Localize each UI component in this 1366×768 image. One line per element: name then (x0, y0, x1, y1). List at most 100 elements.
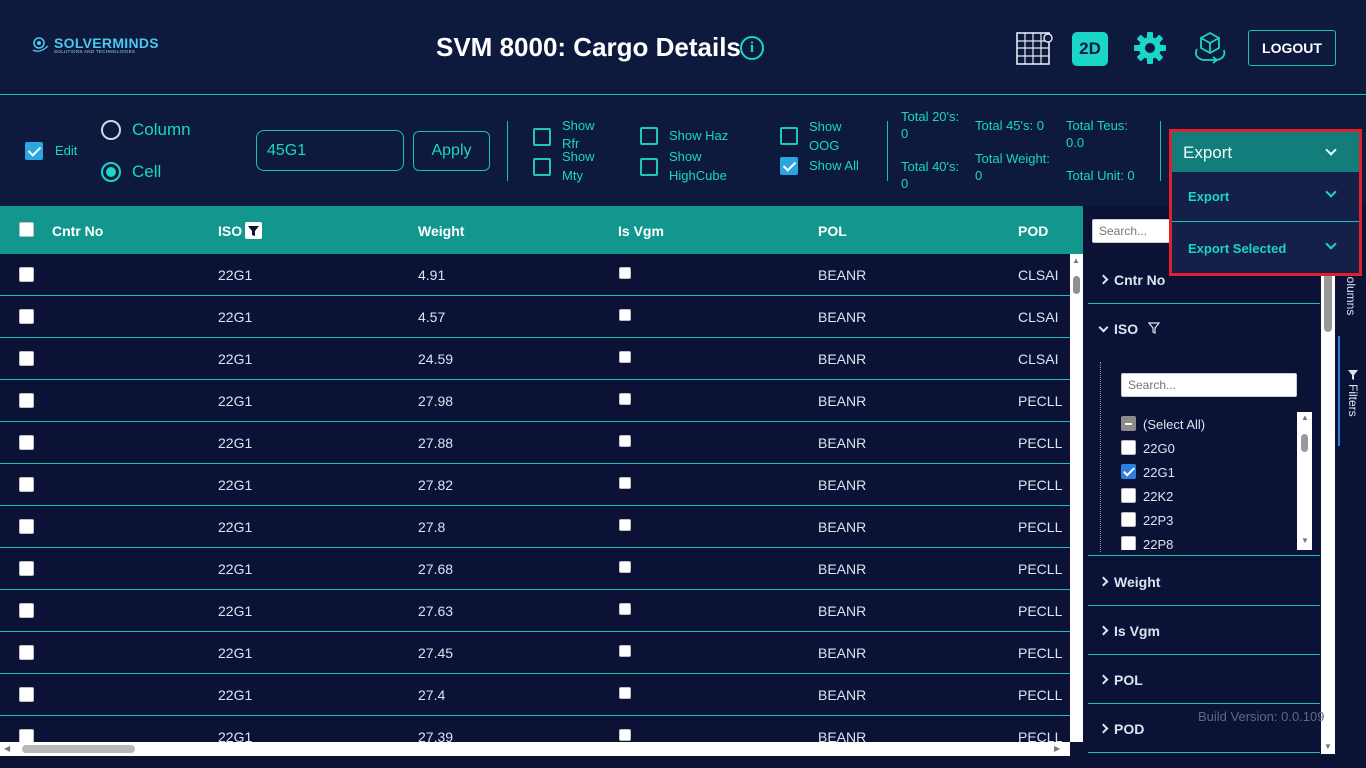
is-vgm-checkbox[interactable] (619, 435, 631, 447)
cell-weight[interactable]: 27.45 (418, 645, 453, 661)
cell-pol[interactable]: BEANR (818, 645, 866, 661)
iso-list-scrollbar[interactable]: ▲ ▼ (1297, 412, 1312, 550)
cell-weight[interactable]: 4.91 (418, 267, 445, 283)
is-vgm-checkbox[interactable] (619, 687, 631, 699)
filter-group-is-vgm[interactable]: Is Vgm (1088, 606, 1320, 655)
show-all-checkbox[interactable] (780, 157, 798, 175)
cell-iso[interactable]: 22G1 (218, 729, 252, 742)
scroll-thumb[interactable] (1073, 276, 1080, 294)
cell-pod[interactable]: PECLL (1018, 561, 1062, 577)
cell-weight[interactable]: 27.68 (418, 561, 453, 577)
cell-pol[interactable]: BEANR (818, 351, 866, 367)
filter-group-iso[interactable]: ISO (Select All) 22G0 22G1 22K2 22P3 22P8 ▲ ▼ (1088, 304, 1320, 556)
column-header-iso[interactable]: ISO (218, 223, 242, 239)
export-selected-option[interactable]: Export Selected (1172, 224, 1359, 274)
cell-pod[interactable]: CLSAI (1018, 267, 1058, 283)
iso-filter-checkbox[interactable] (1121, 440, 1136, 455)
show-haz-checkbox[interactable] (640, 127, 658, 145)
table-row[interactable]: 22G1 27.4 BEANR PECLL (0, 674, 1070, 716)
iso-value-input[interactable] (256, 130, 404, 171)
table-row[interactable]: 22G1 27.8 BEANR PECLL (0, 506, 1070, 548)
filter-icon[interactable] (245, 222, 262, 239)
scroll-down-arrow-icon[interactable]: ▼ (1301, 536, 1309, 545)
cell-pol[interactable]: BEANR (818, 603, 866, 619)
is-vgm-checkbox[interactable] (619, 393, 631, 405)
tab-filters[interactable]: Filters (1338, 336, 1366, 446)
row-select-checkbox[interactable] (19, 477, 34, 492)
cell-pol[interactable]: BEANR (818, 267, 866, 283)
is-vgm-checkbox[interactable] (619, 267, 631, 279)
column-header-is-vgm[interactable]: Is Vgm (618, 223, 664, 239)
cell-weight[interactable]: 27.8 (418, 519, 445, 535)
cell-iso[interactable]: 22G1 (218, 351, 252, 367)
edit-checkbox[interactable] (25, 142, 43, 160)
is-vgm-checkbox[interactable] (619, 519, 631, 531)
cell-weight[interactable]: 27.39 (418, 729, 453, 742)
is-vgm-checkbox[interactable] (619, 603, 631, 615)
cell-pol[interactable]: BEANR (818, 687, 866, 703)
row-select-checkbox[interactable] (19, 309, 34, 324)
cell-pod[interactable]: PECLL (1018, 645, 1062, 661)
is-vgm-checkbox[interactable] (619, 645, 631, 657)
filter-group-weight[interactable]: Weight (1088, 557, 1320, 606)
row-select-checkbox[interactable] (19, 435, 34, 450)
scroll-up-arrow-icon[interactable]: ▲ (1301, 413, 1309, 422)
cell-weight[interactable]: 27.4 (418, 687, 445, 703)
filter-panel-scrollbar[interactable]: ▼ (1321, 254, 1335, 754)
cell-weight[interactable]: 4.57 (418, 309, 445, 325)
cell-weight[interactable]: 27.82 (418, 477, 453, 493)
iso-filter-item[interactable]: 22K2 (1121, 484, 1291, 508)
filter-group-pol[interactable]: POL (1088, 655, 1320, 704)
row-select-checkbox[interactable] (19, 351, 34, 366)
cell-weight[interactable]: 27.63 (418, 603, 453, 619)
cell-pol[interactable]: BEANR (818, 729, 866, 742)
cell-pod[interactable]: CLSAI (1018, 351, 1058, 367)
cell-pol[interactable]: BEANR (818, 519, 866, 535)
cell-pod[interactable]: CLSAI (1018, 309, 1058, 325)
scroll-up-arrow-icon[interactable]: ▲ (1072, 256, 1080, 265)
iso-filter-search-input[interactable] (1121, 373, 1297, 397)
cell-iso[interactable]: 22G1 (218, 435, 252, 451)
iso-filter-item[interactable]: 22P8 (1121, 532, 1291, 550)
cell-iso[interactable]: 22G1 (218, 561, 252, 577)
show-highcube-checkbox[interactable] (640, 158, 658, 176)
cell-pod[interactable]: PECLL (1018, 729, 1062, 742)
cell-pol[interactable]: BEANR (818, 393, 866, 409)
scroll-thumb[interactable] (1301, 434, 1308, 452)
row-select-checkbox[interactable] (19, 561, 34, 576)
iso-filter-checkbox[interactable] (1121, 536, 1136, 550)
table-row[interactable]: 22G1 4.57 BEANR CLSAI (0, 296, 1070, 338)
column-header-cntr-no[interactable]: Cntr No (52, 223, 103, 239)
iso-filter-checkbox[interactable] (1121, 512, 1136, 527)
cell-iso[interactable]: 22G1 (218, 267, 252, 283)
cell-pod[interactable]: PECLL (1018, 393, 1062, 409)
export-select[interactable]: Export (1172, 132, 1359, 172)
row-select-checkbox[interactable] (19, 519, 34, 534)
cell-radio[interactable] (101, 162, 121, 182)
apply-button[interactable]: Apply (413, 131, 490, 171)
show-rfr-checkbox[interactable] (533, 128, 551, 146)
cell-weight[interactable]: 27.98 (418, 393, 453, 409)
is-vgm-checkbox[interactable] (619, 561, 631, 573)
row-select-checkbox[interactable] (19, 393, 34, 408)
column-header-pod[interactable]: POD (1018, 223, 1048, 239)
show-oog-checkbox[interactable] (780, 127, 798, 145)
cell-iso[interactable]: 22G1 (218, 477, 252, 493)
column-header-weight[interactable]: Weight (418, 223, 464, 239)
grid-view-icon[interactable] (1015, 30, 1053, 71)
scroll-thumb[interactable] (22, 745, 135, 753)
cell-pol[interactable]: BEANR (818, 477, 866, 493)
iso-filter-item[interactable]: 22G1 (1121, 460, 1291, 484)
iso-filter-checkbox[interactable] (1121, 464, 1136, 479)
3d-cube-icon[interactable] (1191, 29, 1229, 72)
scroll-left-arrow-icon[interactable]: ◀ (4, 744, 10, 753)
cell-pol[interactable]: BEANR (818, 309, 866, 325)
logout-button[interactable]: LOGOUT (1248, 30, 1336, 66)
export-dropdown[interactable]: Export Export Export Selected (1169, 129, 1362, 276)
is-vgm-checkbox[interactable] (619, 351, 631, 363)
cell-iso[interactable]: 22G1 (218, 645, 252, 661)
info-icon[interactable]: i (740, 36, 764, 60)
column-header-pol[interactable]: POL (818, 223, 847, 239)
cell-pol[interactable]: BEANR (818, 561, 866, 577)
table-row[interactable]: 22G1 27.68 BEANR PECLL (0, 548, 1070, 590)
